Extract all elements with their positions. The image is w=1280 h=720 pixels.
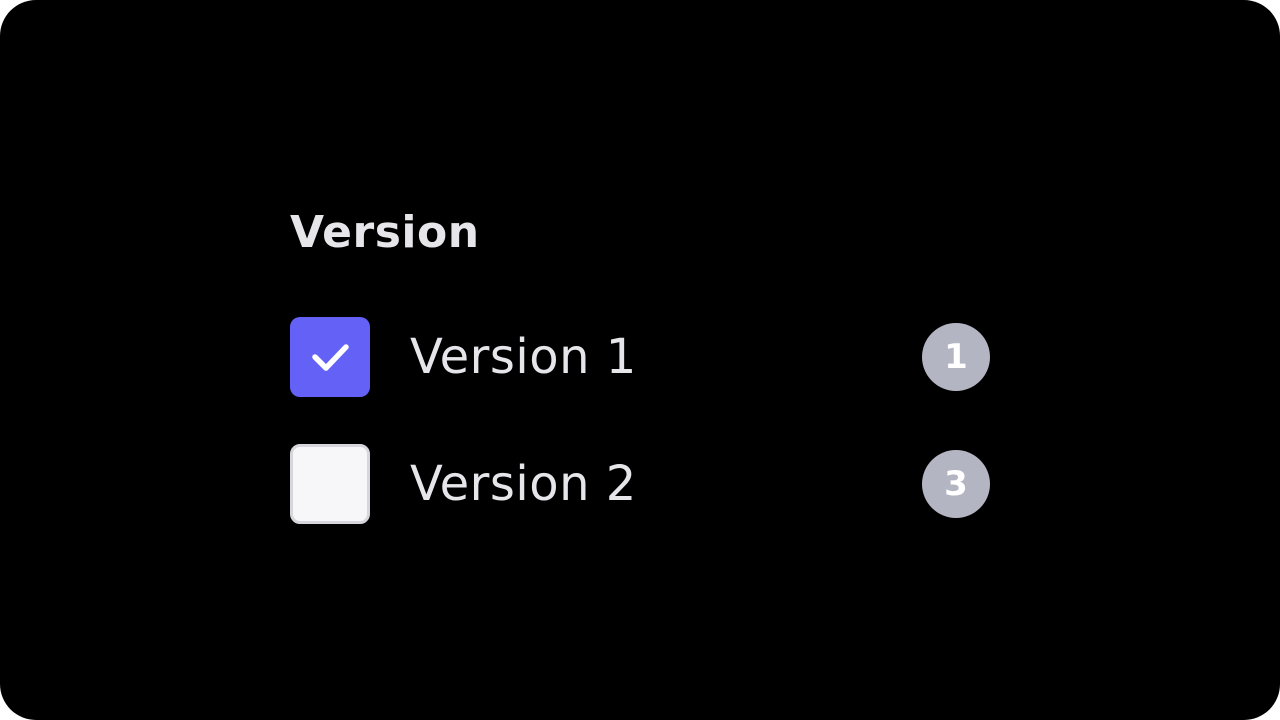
app-frame: Version Version 1 1 Version 2 3 <box>0 0 1280 720</box>
check-icon <box>312 344 349 371</box>
count-badge: 3 <box>922 450 990 518</box>
count-badge: 1 <box>922 323 990 391</box>
checkbox-version-1[interactable] <box>290 317 370 397</box>
option-version-2[interactable]: Version 2 3 <box>290 444 990 524</box>
option-label: Version 1 <box>410 329 637 385</box>
option-label: Version 2 <box>410 456 637 512</box>
filter-title: Version <box>290 207 480 258</box>
option-version-1[interactable]: Version 1 1 <box>290 317 990 397</box>
checkbox-version-2[interactable] <box>290 444 370 524</box>
